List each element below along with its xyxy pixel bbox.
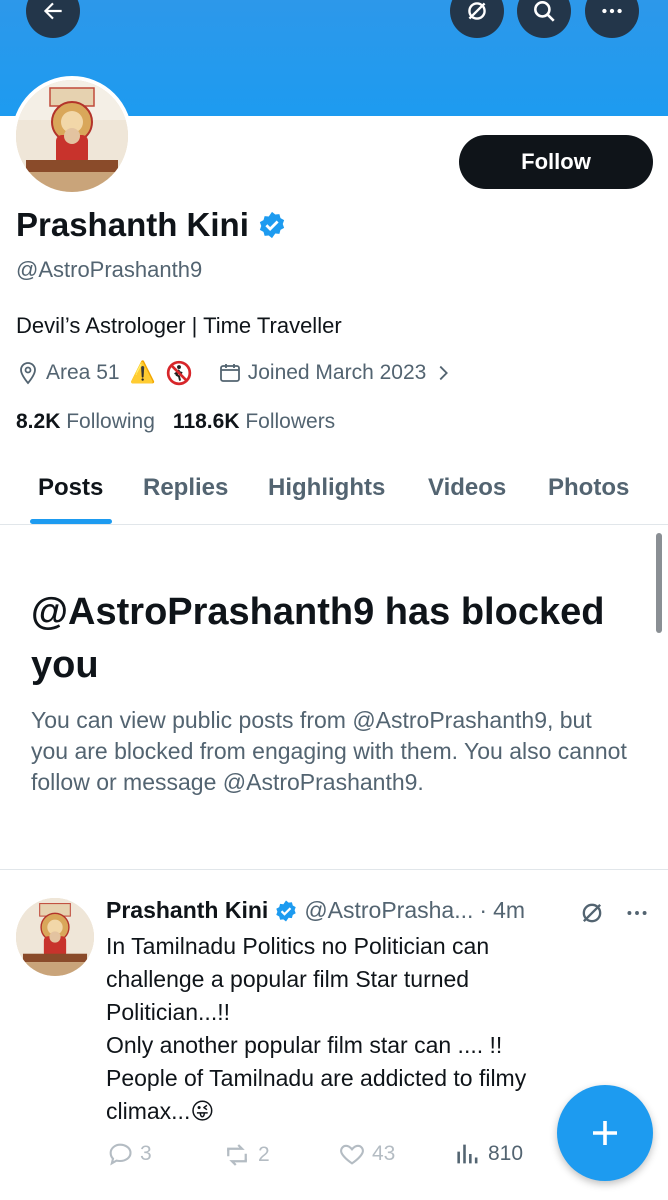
post-line: Only another popular film star can .... …	[106, 1032, 503, 1058]
plus-icon	[593, 1121, 617, 1145]
post-line: Politician...!!	[106, 999, 230, 1025]
calendar-icon	[219, 364, 240, 382]
location-pin-icon	[20, 362, 36, 385]
more-horizontal-icon	[602, 8, 622, 14]
post-author-name[interactable]: Prashanth Kini	[106, 897, 268, 924]
compose-post-button[interactable]	[557, 1085, 653, 1181]
tab-videos[interactable]: Videos	[428, 474, 506, 502]
reply-icon	[109, 1143, 132, 1166]
post-avatar[interactable]	[16, 898, 94, 976]
post-line: In Tamilnadu Politics no Politician can	[106, 933, 490, 959]
scrollbar[interactable]	[656, 533, 662, 633]
following-count: 8.2K	[16, 410, 61, 433]
verified-badge-icon	[276, 900, 297, 921]
post-actions: 3 2 43 810	[106, 1140, 566, 1174]
tab-highlights[interactable]: Highlights	[268, 474, 385, 502]
following-label: Following	[66, 410, 155, 433]
followers-count: 118.6K	[172, 410, 240, 433]
post-more-icon[interactable]	[624, 900, 650, 926]
grok-slash-icon	[468, 2, 486, 20]
profile-name-row: Prashanth Kini	[16, 206, 287, 244]
verified-badge-icon[interactable]	[257, 210, 287, 240]
repost-button[interactable]: 2	[222, 1140, 270, 1170]
joined-date[interactable]: Joined March 2023	[218, 361, 455, 385]
post-time[interactable]: 4m	[493, 897, 525, 924]
followers-label: Followers	[245, 410, 336, 433]
warning-emoji: ⚠️	[129, 361, 156, 384]
post-text: In Tamilnadu Politics no Politician can …	[106, 930, 606, 1128]
views-count: 810	[488, 1142, 524, 1165]
profile-bio: Devil’s Astrologer | Time Traveller	[16, 313, 342, 338]
repost-icon	[227, 1144, 247, 1166]
profile-stats: 8.2K Following 118.6K Followers	[16, 410, 335, 434]
blocked-title: @AstroPrashanth9 has blocked you	[31, 591, 605, 686]
views-chart-icon	[457, 1144, 478, 1164]
blocked-message: You can view public posts from @AstroPra…	[31, 707, 627, 795]
tab-photos[interactable]: Photos	[548, 474, 629, 502]
profile-handle: @AstroPrashanth9	[16, 257, 203, 282]
post-header: Prashanth Kini @AstroPrasha... · 4m	[106, 897, 525, 924]
location: Area 51 ⚠️	[16, 360, 192, 386]
profile-tabs: Posts Replies Highlights Videos Photos	[0, 458, 668, 524]
like-count: 43	[372, 1142, 396, 1165]
post-avatar-image	[16, 898, 94, 976]
chevron-right-icon	[439, 365, 449, 381]
profile-name: Prashanth Kini	[16, 206, 249, 243]
tab-posts[interactable]: Posts	[38, 474, 103, 502]
joined-text: Joined March 2023	[247, 361, 427, 384]
follow-button[interactable]: Follow	[459, 135, 653, 189]
no-pedestrians-emoji-icon	[166, 360, 191, 386]
section-divider	[0, 869, 668, 870]
location-text: Area 51	[46, 361, 120, 384]
heart-icon	[340, 1144, 364, 1165]
post-separator: ·	[479, 897, 488, 923]
followers-link[interactable]: 118.6K Followers	[173, 410, 335, 434]
post-line: climax...😜	[106, 1098, 215, 1124]
post-line: challenge a popular film Star turned	[106, 966, 470, 992]
grok-slash-icon[interactable]	[578, 899, 606, 927]
profile-meta: Area 51 ⚠️ Joined March 2023	[16, 360, 454, 386]
tab-replies[interactable]: Replies	[143, 474, 228, 502]
views-button[interactable]: 810	[454, 1140, 523, 1168]
like-button[interactable]: 43	[338, 1140, 395, 1168]
reply-button[interactable]: 3	[106, 1140, 152, 1168]
post-line: People of Tamilnadu are addicted to film…	[106, 1065, 527, 1091]
avatar-image	[16, 80, 128, 192]
repost-count: 2	[258, 1143, 270, 1166]
arrow-left-icon	[43, 2, 62, 20]
post-author-handle[interactable]: @AstroPrasha...	[304, 897, 473, 924]
tabs-divider	[0, 524, 668, 525]
following-link[interactable]: 8.2K Following	[16, 410, 155, 434]
reply-count: 3	[140, 1142, 152, 1165]
search-icon	[534, 1, 555, 22]
profile-avatar[interactable]	[12, 76, 132, 196]
